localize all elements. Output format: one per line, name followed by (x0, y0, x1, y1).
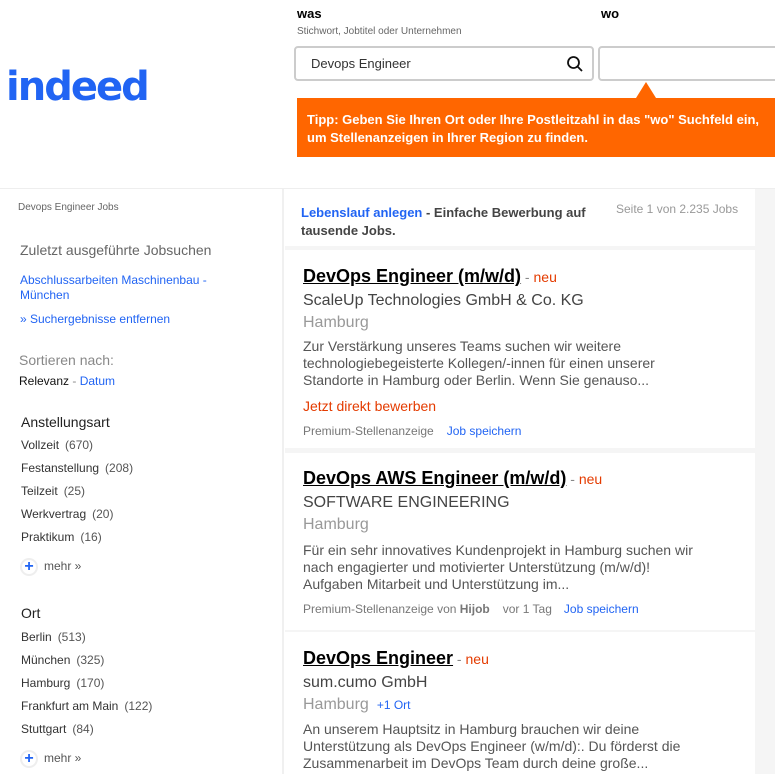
company-name: ScaleUp Technologies GmbH & Co. KG (303, 292, 584, 309)
job-location: Hamburg (303, 696, 369, 713)
sponsor-name: Hijob (459, 602, 490, 616)
job-title-link[interactable]: DevOps Engineer (m/w/d) (303, 266, 521, 286)
sort-date-link[interactable]: Datum (80, 374, 115, 388)
filter-label: Teilzeit (21, 484, 58, 498)
job-location: Hamburg (303, 314, 369, 331)
employment-type-heading: Anstellungsart (21, 414, 110, 430)
job-card[interactable]: DevOps Engineer (m/w/d) - neu ScaleUp Te… (285, 250, 755, 448)
filter-count: (122) (124, 699, 153, 713)
company-name: SOFTWARE ENGINEERING (303, 494, 510, 511)
apply-directly-link[interactable]: Jetzt direkt bewerben (303, 398, 436, 414)
recent-search-link[interactable]: Abschlussarbeiten Maschinenbau - München (20, 273, 230, 303)
plus-icon: + (20, 558, 38, 576)
what-input[interactable]: Devops Engineer (294, 46, 594, 81)
more-locations-link[interactable]: +1 Ort (377, 698, 411, 712)
sidebar: Devops Engineer Jobs Zuletzt ausgeführte… (0, 189, 284, 774)
what-label: was (297, 6, 322, 21)
job-title-link[interactable]: DevOps Engineer (303, 648, 453, 668)
results-panel: Lebenslauf anlegen - Einfache Bewerbung … (285, 189, 775, 774)
filter-label: Frankfurt am Main (21, 699, 119, 713)
filter-label: Festanstellung (21, 461, 100, 475)
filter-employment-item[interactable]: Werkvertrag (20) (21, 507, 113, 521)
filter-location-item[interactable]: München (325) (21, 653, 104, 667)
save-job-link[interactable]: Job speichern (564, 602, 639, 616)
filter-location-item[interactable]: Berlin (513) (21, 630, 86, 644)
posted-age: vor 1 Tag (502, 602, 552, 616)
create-resume-link[interactable]: Lebenslauf anlegen (301, 205, 422, 220)
filter-count: (84) (72, 722, 94, 736)
plus-icon: + (20, 750, 38, 768)
job-description: Zur Verstärkung unseres Teams suchen wir… (303, 338, 655, 388)
what-input-value: Devops Engineer (311, 56, 411, 71)
job-location: Hamburg (303, 516, 369, 533)
job-card[interactable]: DevOps Engineer - neu sum.cumo GmbH Hamb… (285, 632, 755, 774)
filter-count: (170) (76, 676, 105, 690)
indeed-logo[interactable]: indeed (6, 64, 150, 110)
new-badge: neu (533, 269, 557, 285)
job-description: An unserem Hauptsitz in Hamburg brauchen… (303, 721, 681, 771)
filter-count: (20) (92, 507, 114, 521)
location-heading: Ort (21, 605, 41, 621)
filter-label: Praktikum (21, 530, 75, 544)
filter-count: (513) (57, 630, 86, 644)
filter-location-item[interactable]: Frankfurt am Main (122) (21, 699, 152, 713)
filter-label: Berlin (21, 630, 52, 644)
filter-location-item[interactable]: Hamburg (170) (21, 676, 104, 690)
filter-employment-item[interactable]: Praktikum (16) (21, 530, 102, 544)
sponsored-label: Premium-Stellenanzeige (303, 424, 434, 438)
sponsored-label: Premium-Stellenanzeige von (303, 602, 460, 616)
filter-label: Werkvertrag (21, 507, 87, 521)
filter-label: Stuttgart (21, 722, 67, 736)
search-icon[interactable] (566, 55, 584, 73)
filter-employment-item[interactable]: Teilzeit (25) (21, 484, 85, 498)
tip-arrow (636, 82, 656, 98)
filter-count: (25) (63, 484, 86, 498)
sort-options: Relevanz - Datum (19, 374, 115, 388)
what-hint: Stichwort, Jobtitel oder Unternehmen (297, 26, 462, 37)
page-info: Seite 1 von 2.235 Jobs (616, 202, 739, 216)
job-description: Für ein sehr innovatives Kundenprojekt i… (303, 542, 693, 592)
filter-count: (208) (105, 461, 134, 475)
location-tip: Tipp: Geben Sie Ihren Ort oder Ihre Post… (297, 98, 775, 157)
filter-location-item[interactable]: Stuttgart (84) (21, 722, 94, 736)
filter-employment-item[interactable]: Festanstellung (208) (21, 461, 133, 475)
location-more-button[interactable]: + mehr » (20, 750, 81, 768)
sort-separator: - (69, 374, 80, 388)
filter-count: (670) (65, 438, 94, 452)
where-label: wo (601, 6, 620, 21)
new-badge: neu (578, 471, 603, 487)
sort-heading: Sortieren nach: (19, 352, 114, 368)
job-title-link[interactable]: DevOps AWS Engineer (m/w/d) (303, 468, 566, 488)
save-job-link[interactable]: Job speichern (447, 424, 522, 438)
breadcrumb: Devops Engineer Jobs (18, 202, 119, 213)
filter-label: München (21, 653, 71, 667)
recent-searches-heading: Zuletzt ausgeführte Jobsuchen (20, 242, 212, 258)
filter-label: Vollzeit (21, 438, 60, 452)
employment-more-button[interactable]: + mehr » (20, 558, 81, 576)
new-badge: neu (465, 651, 489, 667)
resume-banner: Lebenslauf anlegen - Einfache Bewerbung … (285, 189, 755, 246)
sort-relevance: Relevanz (19, 374, 70, 388)
filter-count: (325) (76, 653, 105, 667)
filter-employment-item[interactable]: Vollzeit (670) (21, 438, 93, 452)
filter-count: (16) (80, 530, 102, 544)
remove-results-link[interactable]: » Suchergebnisse entfernen (20, 312, 170, 326)
job-card[interactable]: DevOps AWS Engineer (m/w/d) - neu SOFTWA… (285, 453, 755, 630)
where-input[interactable] (598, 46, 775, 81)
filter-label: Hamburg (21, 676, 71, 690)
more-label: mehr » (44, 559, 82, 574)
company-name: sum.cumo GmbH (303, 674, 428, 691)
more-label: mehr » (44, 751, 82, 766)
